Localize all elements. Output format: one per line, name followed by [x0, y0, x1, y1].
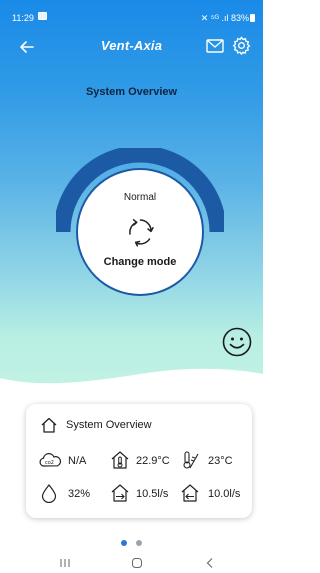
page-dot-active[interactable]	[121, 540, 128, 546]
house-arrow-in-icon	[181, 484, 199, 502]
mode-status: Normal	[123, 192, 157, 203]
gallery-notification-icon	[38, 12, 47, 20]
recents-icon[interactable]	[59, 557, 71, 569]
co2-cloud-icon: co2	[39, 453, 62, 467]
app-bar: Vent-Axia	[0, 30, 263, 62]
extract-flow-value: 10.5l/s	[136, 488, 169, 500]
water-drop-icon	[41, 484, 57, 503]
gear-icon[interactable]	[232, 36, 251, 55]
status-bar: 11:29 ✕ ⁵ᴳ .ıl 83%	[0, 0, 263, 24]
system-nav-bar	[0, 553, 263, 573]
status-right-text: ✕ ⁵ᴳ .ıl 83%	[200, 13, 249, 23]
page-indicator	[0, 533, 263, 551]
house-arrow-out-icon	[111, 484, 129, 502]
card-title: System Overview	[66, 419, 152, 431]
wave-divider	[0, 368, 263, 410]
status-time: 11:29	[12, 13, 34, 23]
indoor-temp-value: 22.9°C	[136, 455, 170, 467]
battery-icon	[250, 14, 255, 22]
app-screen: 11:29 ✕ ⁵ᴳ .ıl 83% Vent-Axia System Over…	[0, 0, 263, 573]
humidity-value: 32%	[68, 488, 91, 500]
home-icon[interactable]	[131, 557, 143, 569]
page-title: System Overview	[85, 86, 178, 98]
status-indicators: ✕ ⁵ᴳ .ıl 83%	[201, 13, 255, 24]
house-thermometer-icon	[111, 451, 129, 469]
page-dot[interactable]	[135, 540, 142, 546]
back-nav-icon[interactable]	[204, 557, 216, 569]
thermometer-outdoor-icon	[183, 451, 199, 469]
supply-flow-value: 10.0l/s	[208, 488, 241, 500]
svg-text:co2: co2	[45, 460, 54, 466]
house-outline-icon	[41, 417, 57, 433]
co2-value: N/A	[68, 455, 87, 467]
mail-icon[interactable]	[206, 38, 224, 54]
change-mode-button[interactable]: Change mode	[78, 256, 202, 268]
outdoor-temp-value: 23°C	[208, 455, 233, 467]
smiley-face-icon	[222, 327, 252, 357]
system-overview-card[interactable]: System Overview co2 N/A 22.9°C 23°C 32%	[26, 404, 252, 518]
refresh-cycle-icon	[129, 219, 154, 247]
